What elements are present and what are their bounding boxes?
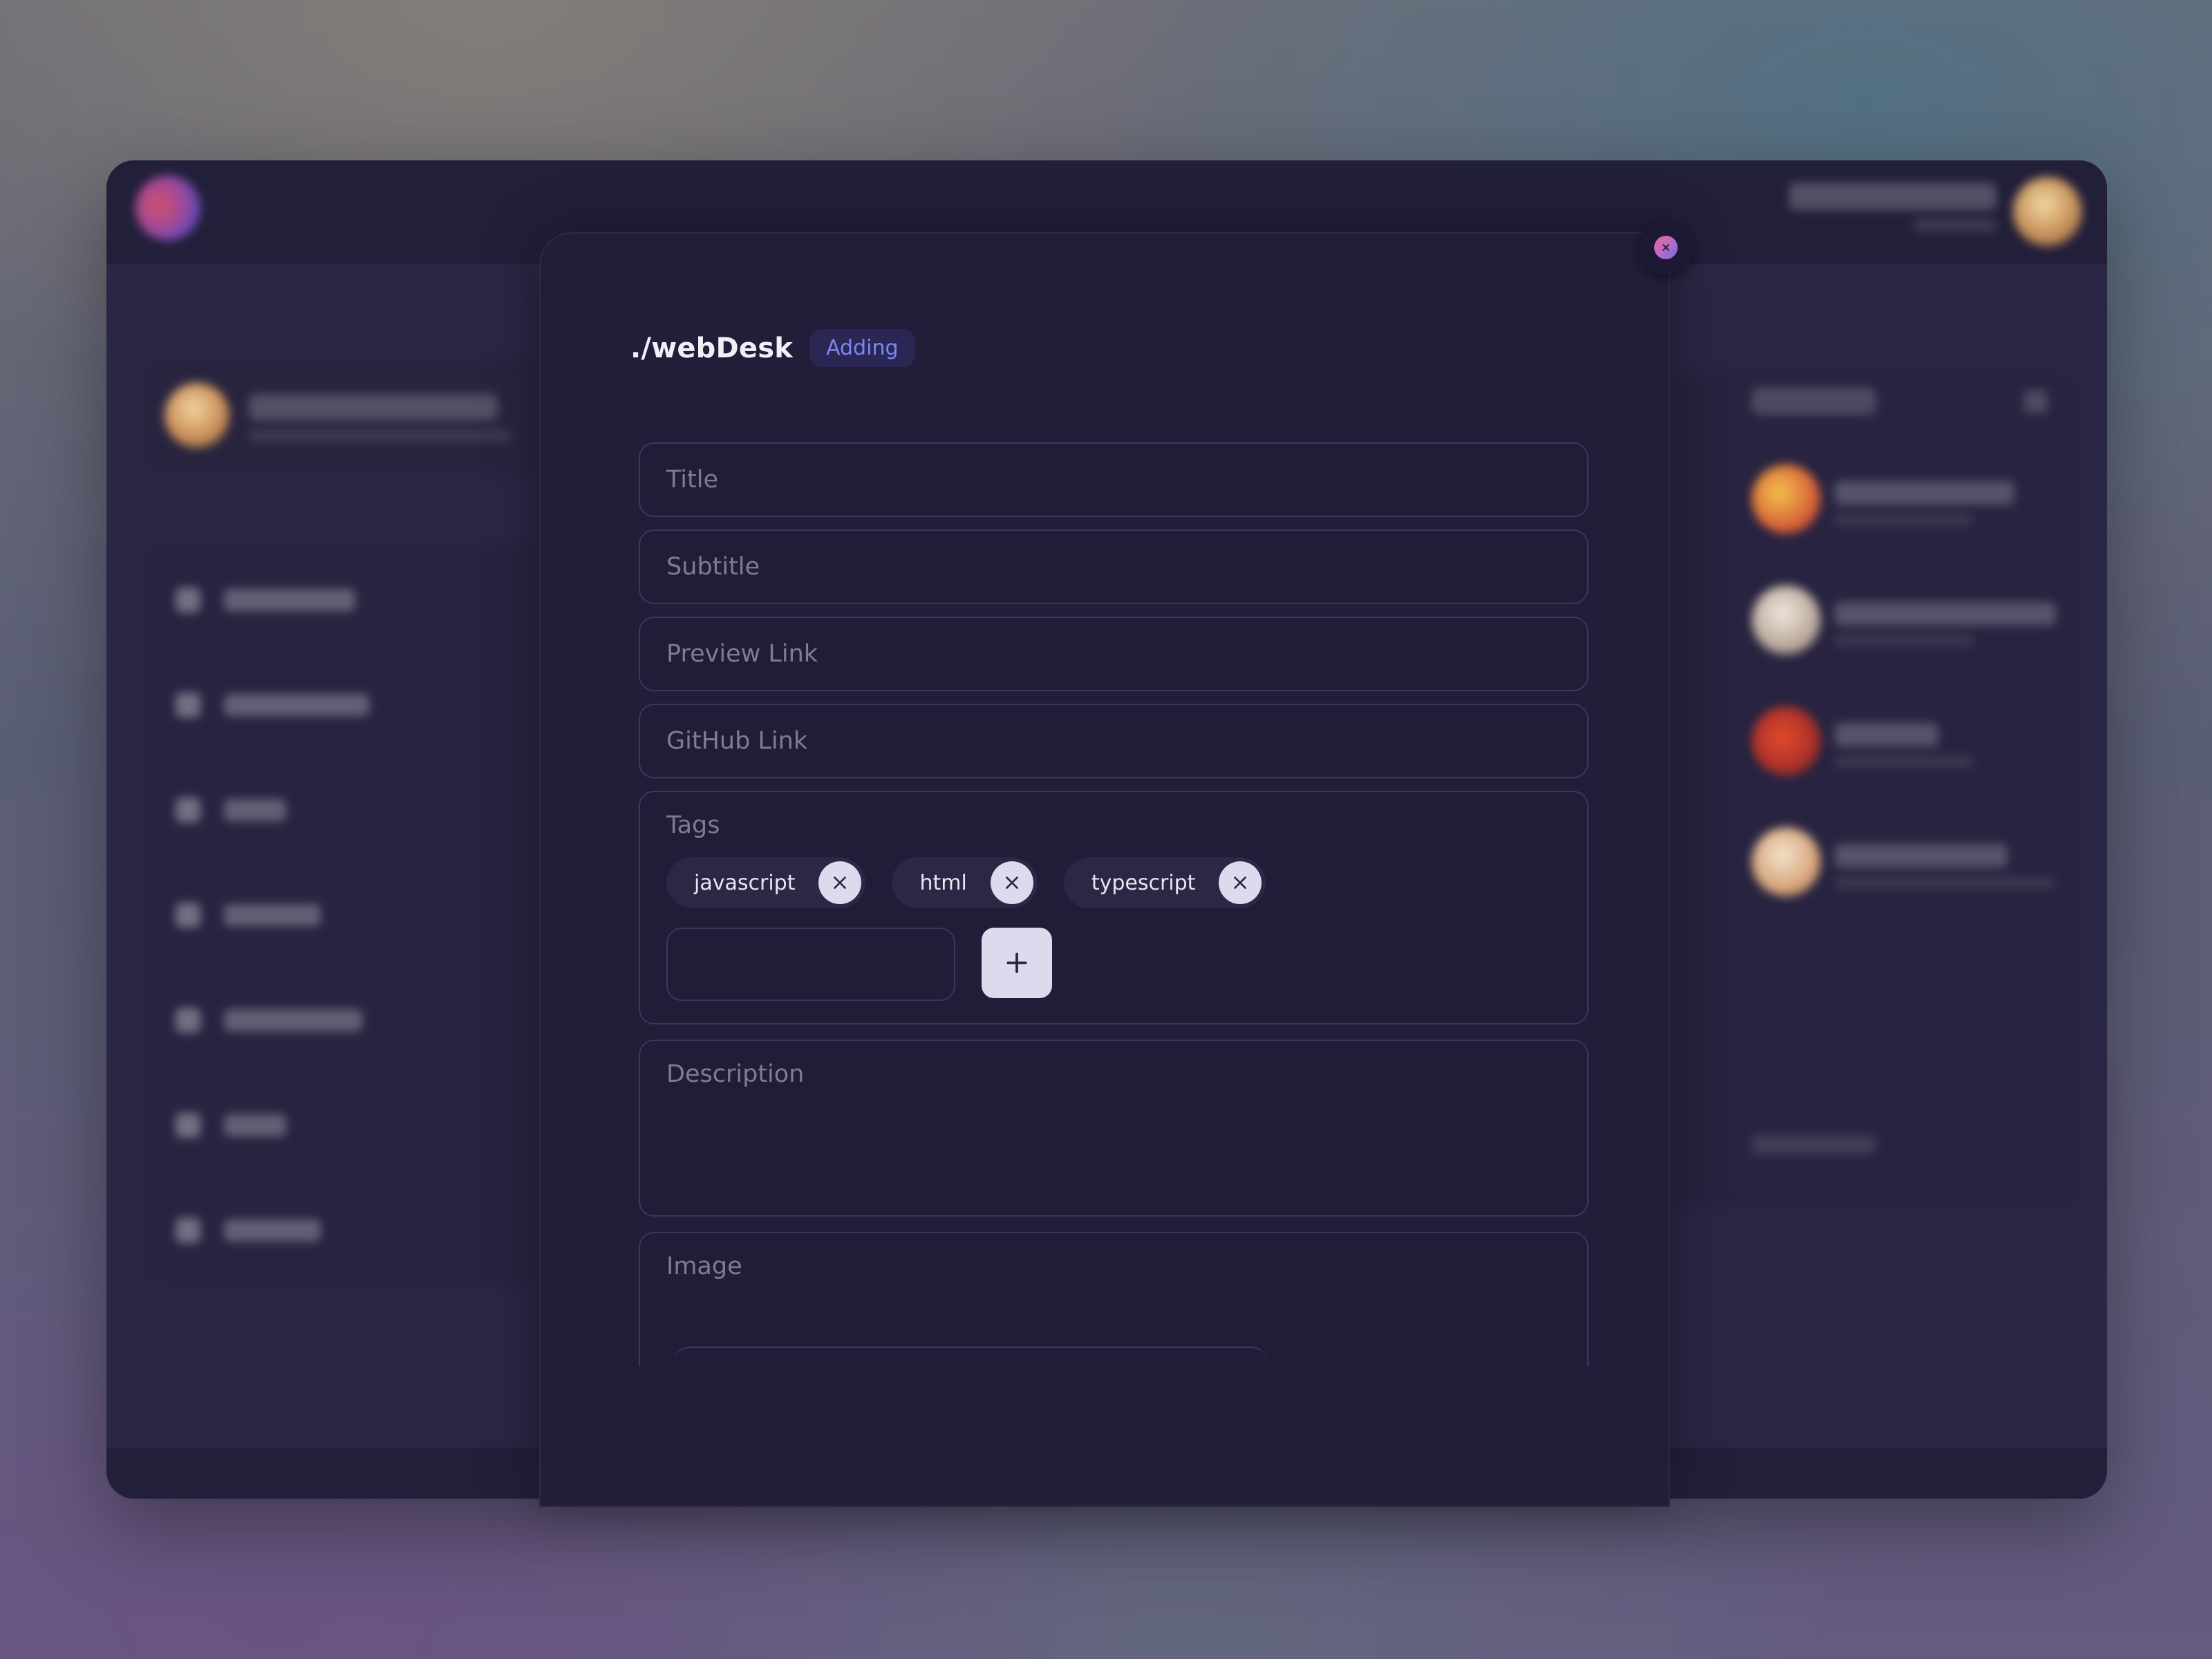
tag-remove-button[interactable] bbox=[818, 861, 862, 904]
nav-label-blurred bbox=[224, 694, 369, 716]
nav-icon bbox=[176, 588, 200, 612]
nav-label-blurred bbox=[224, 1219, 321, 1241]
avatar bbox=[1752, 706, 1821, 776]
user-avatar[interactable] bbox=[2013, 177, 2082, 246]
view-more-link-blurred[interactable] bbox=[1752, 1135, 1876, 1154]
image-label: Image bbox=[666, 1253, 742, 1280]
close-icon bbox=[1654, 236, 1678, 259]
preview-link-field[interactable]: Preview Link bbox=[639, 617, 1588, 691]
subtitle-field[interactable]: Subtitle bbox=[639, 529, 1588, 604]
subtitle-placeholder: Subtitle bbox=[666, 553, 760, 581]
list-item[interactable] bbox=[1752, 465, 2056, 561]
sidebar-nav bbox=[145, 547, 560, 1280]
sidebar-item[interactable] bbox=[176, 1107, 535, 1142]
x-icon bbox=[1662, 244, 1669, 251]
sidebar-item[interactable] bbox=[176, 792, 535, 827]
preview-link-placeholder: Preview Link bbox=[666, 640, 818, 668]
modal-header: ./webDesk Adding bbox=[630, 329, 915, 367]
user-name-blurred bbox=[1789, 182, 1996, 210]
list-item[interactable] bbox=[1752, 585, 2056, 682]
tags-label: Tags bbox=[666, 812, 720, 839]
profile-card bbox=[145, 361, 560, 471]
avatar bbox=[1752, 465, 1821, 534]
list-item[interactable] bbox=[1752, 706, 2056, 803]
new-tag-input[interactable] bbox=[666, 928, 955, 1001]
tag-remove-button[interactable] bbox=[990, 861, 1033, 904]
app-logo bbox=[135, 176, 200, 241]
nav-label-blurred bbox=[224, 1009, 362, 1031]
tag-chip-label: typescript bbox=[1091, 870, 1196, 895]
avatar bbox=[1752, 585, 1821, 655]
list-item[interactable] bbox=[1752, 827, 2056, 924]
x-icon bbox=[1005, 877, 1018, 889]
image-dropzone[interactable] bbox=[673, 1347, 1268, 1366]
mode-badge: Adding bbox=[809, 329, 915, 367]
project-form: Title Subtitle Preview Link GitHub Link … bbox=[639, 442, 1593, 1366]
tag-chip: typescript bbox=[1063, 857, 1266, 908]
title-placeholder: Title bbox=[666, 466, 719, 494]
sidebar-item[interactable] bbox=[176, 897, 535, 932]
sidebar-item[interactable] bbox=[176, 582, 535, 617]
avatar bbox=[1752, 827, 1821, 897]
plus-icon bbox=[1006, 953, 1027, 973]
right-panel-close-icon[interactable] bbox=[2024, 390, 2047, 413]
tag-chip: html bbox=[892, 857, 1038, 908]
nav-label-blurred bbox=[224, 1114, 286, 1136]
tag-chip-label: javascript bbox=[694, 870, 796, 895]
profile-name-blurred bbox=[249, 394, 498, 420]
profile-subtitle-blurred bbox=[249, 430, 512, 441]
tag-chip-label: html bbox=[919, 870, 967, 895]
add-tag-button[interactable] bbox=[982, 928, 1052, 998]
nav-label-blurred bbox=[224, 904, 321, 926]
list-item-subtitle-blurred bbox=[1835, 756, 1973, 767]
sidebar-item[interactable] bbox=[176, 687, 535, 722]
modal-brand-title: ./webDesk bbox=[630, 332, 794, 364]
github-link-placeholder: GitHub Link bbox=[666, 727, 808, 755]
list-item-subtitle-blurred bbox=[1835, 635, 1973, 646]
description-label: Description bbox=[666, 1060, 805, 1088]
description-field[interactable]: Description bbox=[639, 1040, 1588, 1217]
nav-icon bbox=[176, 693, 200, 718]
list-item-title-blurred bbox=[1835, 602, 2056, 626]
x-icon bbox=[834, 877, 847, 889]
list-item-title-blurred bbox=[1835, 844, 2007, 868]
nav-icon bbox=[176, 1218, 200, 1243]
list-item-title-blurred bbox=[1835, 723, 1938, 747]
profile-avatar bbox=[165, 383, 229, 448]
right-panel-title-blurred bbox=[1752, 387, 1876, 415]
sidebar-item[interactable] bbox=[176, 1212, 535, 1247]
user-subtitle-blurred bbox=[1913, 218, 1996, 232]
list-item-title-blurred bbox=[1835, 481, 2014, 505]
list-item-subtitle-blurred bbox=[1835, 877, 2056, 888]
title-field[interactable]: Title bbox=[639, 442, 1588, 517]
nav-icon bbox=[176, 903, 200, 928]
nav-icon bbox=[176, 798, 200, 823]
tag-remove-button[interactable] bbox=[1219, 861, 1262, 904]
close-modal-button[interactable] bbox=[1638, 220, 1694, 275]
nav-label-blurred bbox=[224, 799, 286, 821]
sidebar-item[interactable] bbox=[176, 1002, 535, 1037]
tag-chip: javascript bbox=[666, 857, 866, 908]
nav-icon bbox=[176, 1113, 200, 1138]
right-panel bbox=[1662, 375, 2077, 1204]
nav-label-blurred bbox=[224, 589, 355, 611]
nav-icon bbox=[176, 1008, 200, 1033]
image-field: Image bbox=[639, 1232, 1588, 1366]
tags-field: Tags javascript html typescript bbox=[639, 791, 1588, 1024]
list-item-subtitle-blurred bbox=[1835, 514, 1973, 525]
add-project-modal: ./webDesk Adding Title Subtitle Preview … bbox=[539, 232, 1670, 1507]
github-link-field[interactable]: GitHub Link bbox=[639, 704, 1588, 778]
x-icon bbox=[1234, 877, 1247, 889]
tags-list: javascript html typescript bbox=[666, 857, 1292, 908]
